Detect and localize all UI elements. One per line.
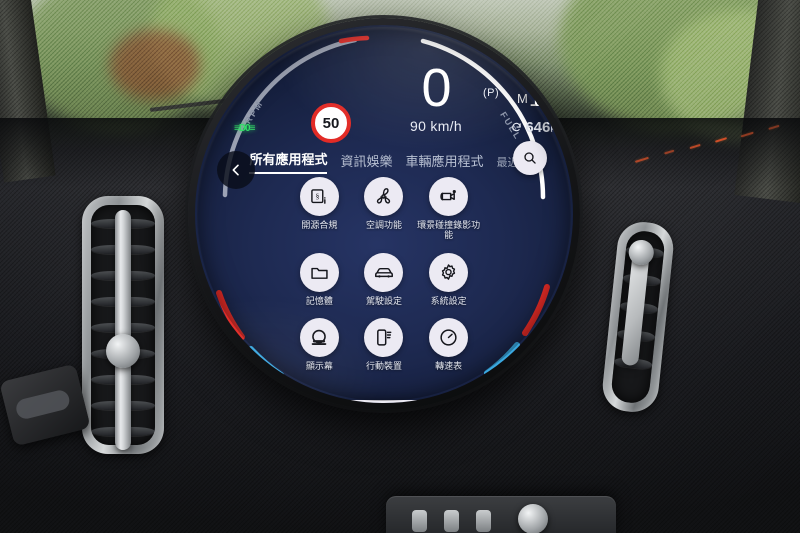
seat-heater-icon[interactable]: ❄: [273, 373, 281, 384]
dashcam-icon: [429, 177, 468, 216]
speed-limit-sign: 50: [311, 103, 351, 143]
app-label: 行動裝置: [366, 361, 402, 371]
app-item-climate[interactable]: 空調功能: [352, 177, 417, 241]
air-vent-left-bar[interactable]: [115, 210, 131, 450]
mobile-device-icon: [364, 318, 403, 357]
app-item-driving-settings[interactable]: 駕駛設定: [352, 253, 417, 306]
tab-vehicle-apps[interactable]: 車輛應用程式: [406, 151, 484, 174]
instrument-cluster-bezel: RPM FUEL ≡D0≡ 50 0 90 km/h (P) M1 646km …: [188, 18, 580, 410]
app-item-tachometer[interactable]: 轉速表: [416, 318, 481, 371]
toggle-switch[interactable]: [476, 510, 491, 532]
bottom-dock: [275, 400, 493, 403]
chevron-left-icon: [228, 162, 244, 178]
app-item-memory[interactable]: 記憶體: [287, 253, 352, 306]
app-label: 記憶體: [306, 296, 333, 306]
center-control-panel[interactable]: [386, 496, 616, 533]
speed-value: 0: [391, 61, 481, 115]
app-item-system-settings[interactable]: 系統設定: [416, 253, 481, 306]
app-label: 環景碰撞錄影功能: [417, 220, 481, 241]
tab-all-apps[interactable]: 所有應用程式: [249, 149, 327, 174]
temperature-right[interactable]: 19°: [498, 365, 518, 380]
app-label: 開源合規: [301, 220, 337, 230]
app-label: 系統設定: [431, 296, 467, 306]
air-vent-left[interactable]: [82, 196, 164, 454]
app-item-dashcam[interactable]: 環景碰撞錄影功能: [416, 177, 481, 241]
document-info-icon: §: [300, 177, 339, 216]
instrument-cluster-screen[interactable]: RPM FUEL ≡D0≡ 50 0 90 km/h (P) M1 646km …: [195, 25, 573, 403]
back-button[interactable]: [217, 151, 255, 189]
temperature-left[interactable]: 19°: [237, 377, 257, 392]
tab-infotainment[interactable]: 資訊娛樂: [340, 151, 392, 174]
display-icon: [300, 318, 339, 357]
range-arrow-icon: [511, 122, 522, 133]
start-stop-knob[interactable]: [518, 504, 548, 533]
range-unit: km: [550, 123, 565, 135]
range-value: 646: [525, 119, 550, 136]
speed-limit-unit: 90 km/h: [383, 118, 489, 134]
gear-number: 1: [529, 85, 542, 112]
search-icon: [522, 150, 538, 166]
screenshot-root: RPM FUEL ≡D0≡ 50 0 90 km/h (P) M1 646km …: [0, 0, 800, 533]
toggle-switch[interactable]: [412, 510, 427, 532]
svg-text:§: §: [316, 191, 320, 200]
air-vent-left-knob[interactable]: [106, 334, 140, 368]
app-label: 空調功能: [366, 220, 402, 230]
user-avatar[interactable]: [513, 382, 532, 401]
fog-lamp-indicator: ≡D0≡: [234, 123, 254, 134]
app-item-mobile-device[interactable]: 行動裝置: [352, 318, 417, 371]
app-item-open-source[interactable]: § 開源合規: [287, 177, 352, 241]
parking-brake-icon: (P): [483, 87, 499, 99]
folder-icon: [300, 253, 339, 292]
app-label: 轉速表: [435, 361, 462, 371]
app-item-display[interactable]: 顯示幕: [287, 318, 352, 371]
app-label: 駕駛設定: [366, 296, 402, 306]
range-readout: 646km: [511, 119, 565, 136]
gear-mode: M: [517, 91, 528, 106]
app-grid: § 開源合規 空調功能 環景碰撞錄影功能 記憶體 駕駛設定 系統設定 顯示幕 行…: [287, 177, 481, 371]
car-icon: [364, 253, 403, 292]
app-label: 顯示幕: [306, 361, 333, 371]
toggle-switch[interactable]: [444, 510, 459, 532]
tachometer-icon: [429, 318, 468, 357]
search-button[interactable]: [513, 141, 547, 175]
fan-icon: [364, 177, 403, 216]
gear-icon: [429, 253, 468, 292]
gear-indicator: M1: [517, 85, 542, 113]
